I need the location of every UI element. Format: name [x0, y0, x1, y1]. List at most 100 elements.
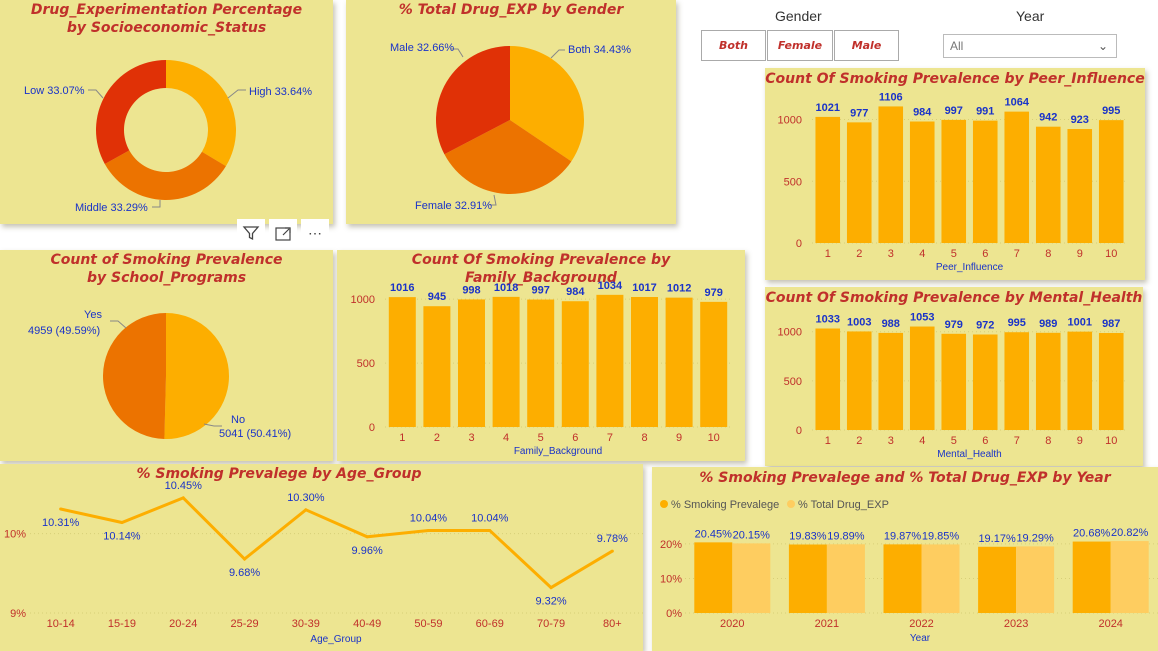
gender-male-button[interactable]: Male: [834, 30, 899, 61]
mental-data-label: 987: [1102, 318, 1120, 330]
age-point: [243, 557, 247, 561]
mental-bar: [1098, 333, 1124, 430]
mental-data-label: 995: [1008, 317, 1026, 329]
peer-xtick: 3: [888, 248, 894, 260]
peer-xtick: 7: [1014, 248, 1020, 260]
age-data-label: 9.78%: [597, 533, 628, 545]
age-xtick: 60-69: [476, 618, 504, 630]
mental-bar-chart[interactable]: 0 500 1000 1033 1 1003 2 988 3 1053 4 979 5 972 6 995 7 9…: [765, 287, 1143, 466]
age-line-chart[interactable]: 9% 10% 10.31% 10-14 10.14% 15-19 10.45% 20-24 9.…: [0, 464, 643, 651]
year-bar-chart[interactable]: % Smoking Prevalege % Total Drug_EXP 0% 10%…: [652, 467, 1158, 651]
visual-header-toolbar: ⋯: [237, 219, 329, 247]
school-pie-chart[interactable]: Yes 4959 (49.59%) No 5041 (50.41%): [0, 250, 333, 461]
mental-bar: [878, 332, 904, 430]
year-data-label: 20.82%: [1111, 527, 1149, 539]
mental-bar: [815, 328, 841, 430]
year-dropdown[interactable]: All ⌄: [943, 34, 1117, 58]
mental-bar: [1004, 332, 1030, 430]
family-xtick: 3: [468, 432, 474, 444]
mental-bar-card[interactable]: Count Of Smoking Prevalence by Mental_He…: [765, 287, 1143, 466]
filter-icon[interactable]: [237, 219, 265, 247]
family-bar-chart[interactable]: 0 500 1000 1016 1 945 2 998 3 1018 4 997 5 984 6 1034 7 1…: [337, 250, 745, 461]
peer-xtick: 9: [1077, 248, 1083, 260]
family-bar-card[interactable]: Count Of Smoking Prevalence by Family_Ba…: [337, 250, 745, 461]
family-ytick: 1000: [351, 294, 375, 306]
year-slicer-title: Year: [1016, 8, 1045, 24]
age-point: [365, 535, 369, 539]
gender-pie-chart[interactable]: Both 34.43% Female 32.91% Male 32.66%: [346, 0, 676, 224]
family-ytick: 0: [369, 422, 375, 434]
socio-leader-low: [88, 89, 104, 99]
family-data-label: 1012: [667, 283, 691, 295]
mental-xtick: 1: [825, 435, 831, 447]
mental-bar: [972, 334, 998, 430]
peer-xtick: 1: [825, 248, 831, 260]
gender-label-both: Both 34.43%: [568, 44, 631, 56]
family-xtick: 2: [434, 432, 440, 444]
socio-donut-chart[interactable]: High 33.64% Middle 33.29% Low 33.07%: [0, 0, 333, 224]
age-xtick: 40-49: [353, 618, 381, 630]
year-xtick: 2022: [909, 618, 933, 630]
age-data-label: 10.04%: [410, 512, 448, 524]
mental-data-label: 988: [882, 318, 900, 330]
peer-bar-chart[interactable]: 0 500 1000 1021 1 977 2 1106 3 984 4 997 5 991 6 1064 7 9…: [765, 68, 1145, 280]
mental-ytick: 1000: [778, 327, 802, 339]
focus-mode-icon[interactable]: [269, 219, 297, 247]
peer-data-label: 1021: [816, 102, 840, 114]
family-bar: [596, 294, 624, 427]
peer-bar: [1004, 111, 1030, 243]
age-data-label: 10.31%: [42, 517, 80, 529]
peer-xtick: 8: [1045, 248, 1051, 260]
school-value-no: 5041 (50.41%): [219, 428, 291, 440]
peer-bar: [909, 121, 935, 243]
gender-pie-card[interactable]: % Total Drug_EXP by Gender Both 34.43% Fe…: [346, 0, 676, 224]
family-data-label: 945: [428, 291, 446, 303]
peer-xtick: 4: [919, 248, 925, 260]
school-label-yes: Yes: [84, 309, 102, 321]
year-ytick: 10%: [660, 573, 682, 585]
year-data-label: 20.45%: [695, 528, 733, 540]
peer-data-label: 977: [850, 107, 868, 119]
peer-bar-card[interactable]: Count Of Smoking Prevalence by Peer_Infl…: [765, 68, 1145, 280]
family-data-label: 1034: [598, 280, 623, 292]
age-series-line: [60, 496, 614, 590]
mental-ytick: 0: [796, 425, 802, 437]
family-data-label: 979: [705, 287, 723, 299]
socio-label-high: High 33.64%: [249, 86, 312, 98]
family-xtick: 4: [503, 432, 509, 444]
mental-bar: [909, 326, 935, 430]
age-data-label: 10.30%: [287, 492, 325, 504]
age-xtick: 80+: [603, 618, 622, 630]
more-options-icon[interactable]: ⋯: [301, 219, 329, 247]
school-value-yes: 4959 (49.59%): [28, 325, 100, 337]
peer-xtick: 5: [951, 248, 957, 260]
age-line-card[interactable]: % Smoking Prevalege by Age_Group 9% 10% 10…: [0, 464, 643, 651]
peer-bar: [1067, 129, 1093, 243]
family-bar: [388, 297, 416, 427]
family-bar: [561, 301, 589, 427]
year-bar-card[interactable]: % Smoking Prevalege and % Total Drug_EXP…: [652, 467, 1158, 651]
socio-slice-low: [96, 60, 166, 164]
mental-data-label: 989: [1039, 318, 1057, 330]
year-bar: [1110, 541, 1149, 613]
age-point: [59, 507, 63, 511]
socio-leader-middle: [152, 200, 161, 208]
mental-bar: [1067, 331, 1093, 430]
family-data-label: 1018: [494, 282, 518, 294]
age-data-label: 9.32%: [535, 596, 566, 608]
gender-female-button[interactable]: Female: [767, 30, 833, 61]
age-data-label: 10.14%: [103, 531, 141, 543]
mental-data-label: 972: [976, 319, 994, 331]
peer-data-label: 942: [1039, 112, 1057, 124]
peer-bar: [878, 106, 904, 243]
age-data-label: 9.68%: [229, 567, 260, 579]
age-point: [304, 508, 308, 512]
socio-donut-card[interactable]: Drug_Experimentation Percentage by Socio…: [0, 0, 333, 224]
year-bar: [732, 543, 771, 613]
family-bar: [700, 301, 728, 427]
gender-both-button[interactable]: Both: [701, 30, 766, 61]
year-bar: [788, 544, 827, 613]
year-ytick: 20%: [660, 539, 682, 551]
school-pie-card[interactable]: Count of Smoking Prevalence by School_Pr…: [0, 250, 333, 461]
peer-data-label: 1064: [1005, 97, 1030, 109]
